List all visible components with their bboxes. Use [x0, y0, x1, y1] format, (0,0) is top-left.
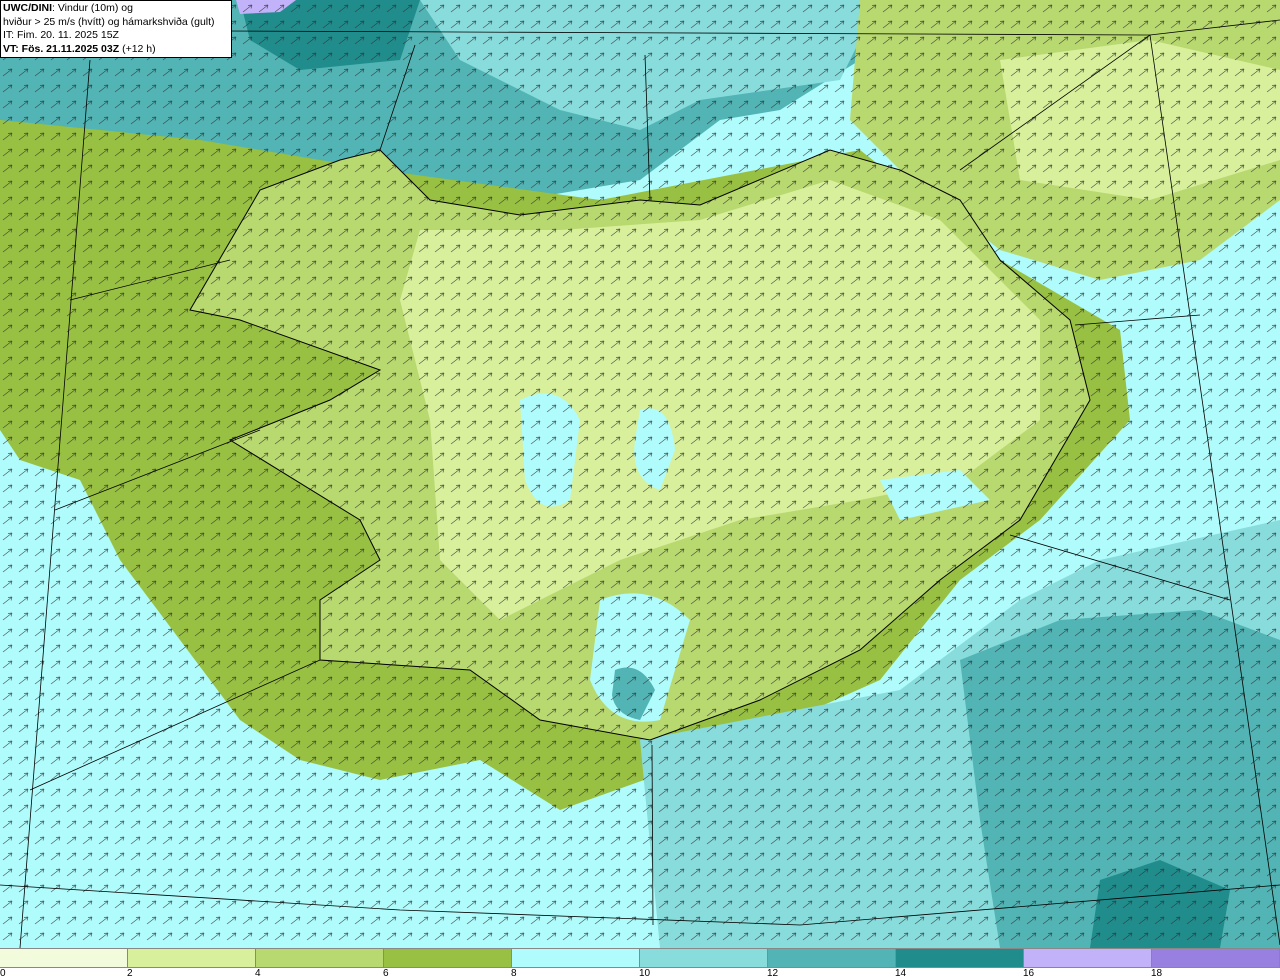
legend-swatch [256, 949, 384, 967]
legend-swatch [0, 949, 128, 967]
legend-tick-label: 6 [383, 968, 389, 979]
legend-tick-label: 0 [0, 968, 6, 979]
legend-tick-label: 12 [767, 968, 779, 979]
legend-swatch [640, 949, 768, 967]
title-line1: : Vindur (10m) og [52, 2, 133, 14]
initial-time: IT: Fim. 20. 11. 2025 15Z [3, 29, 119, 41]
legend-swatch [128, 949, 256, 967]
legend-bar [0, 948, 1280, 968]
legend-swatch [512, 949, 640, 967]
legend-tick-label: 16 [1023, 968, 1035, 979]
valid-time: VT: Fös. 21.11.2025 03Z [3, 42, 120, 55]
map-title-box: UWC/DINI: Vindur (10m) og hviður > 25 m/… [0, 0, 232, 58]
wind-arrows [0, 0, 1280, 948]
legend-tick-label: 4 [255, 968, 261, 979]
legend-tick-label: 2 [127, 968, 133, 979]
legend-swatch [896, 949, 1024, 967]
legend-swatch [1152, 949, 1280, 967]
color-legend: 0 2 4 6 8 10 12 14 16 18 [0, 948, 1280, 980]
model-name: UWC/DINI [3, 2, 52, 14]
legend-tick-label: 10 [639, 968, 651, 979]
legend-swatch [1024, 949, 1152, 967]
legend-tick-label: 18 [1151, 968, 1163, 979]
legend-tick-label: 14 [895, 968, 907, 979]
legend-tick-label: 8 [511, 968, 517, 979]
legend-swatch [384, 949, 512, 967]
lead-time: (+12 h) [119, 42, 156, 55]
title-line2: hviður > 25 m/s (hvítt) og hámarkshviða … [3, 15, 215, 28]
legend-swatch [768, 949, 896, 967]
wind-map[interactable] [0, 0, 1280, 948]
legend-ticks: 0 2 4 6 8 10 12 14 16 18 [0, 968, 1280, 980]
